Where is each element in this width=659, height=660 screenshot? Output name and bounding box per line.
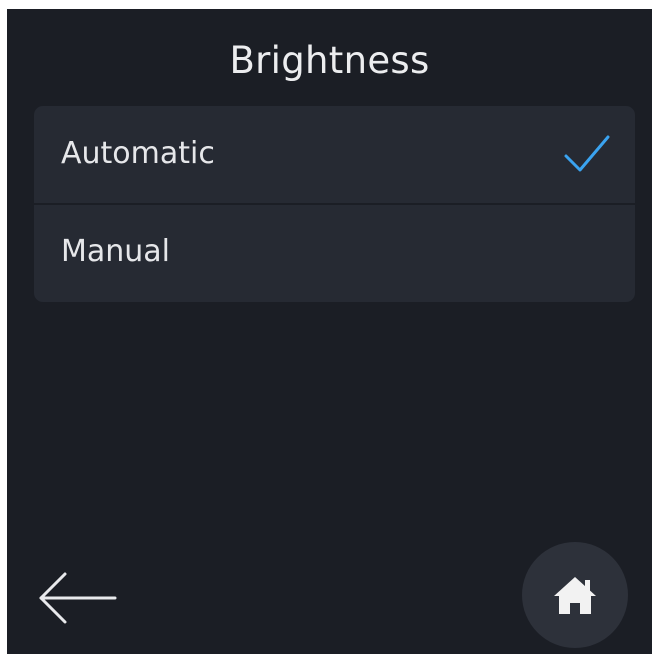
brightness-options-list: Automatic Manual [34, 106, 635, 302]
back-button[interactable] [37, 570, 119, 626]
brightness-screen: Brightness Automatic Manual [7, 9, 652, 654]
arrow-left-icon [39, 572, 117, 624]
home-button[interactable] [522, 542, 628, 648]
page-title: Brightness [229, 39, 430, 82]
option-manual[interactable]: Manual [34, 204, 635, 302]
option-automatic[interactable]: Automatic [34, 106, 635, 204]
check-icon [563, 132, 611, 176]
option-label: Manual [61, 234, 171, 269]
home-icon [554, 577, 596, 614]
option-label: Automatic [61, 136, 215, 171]
